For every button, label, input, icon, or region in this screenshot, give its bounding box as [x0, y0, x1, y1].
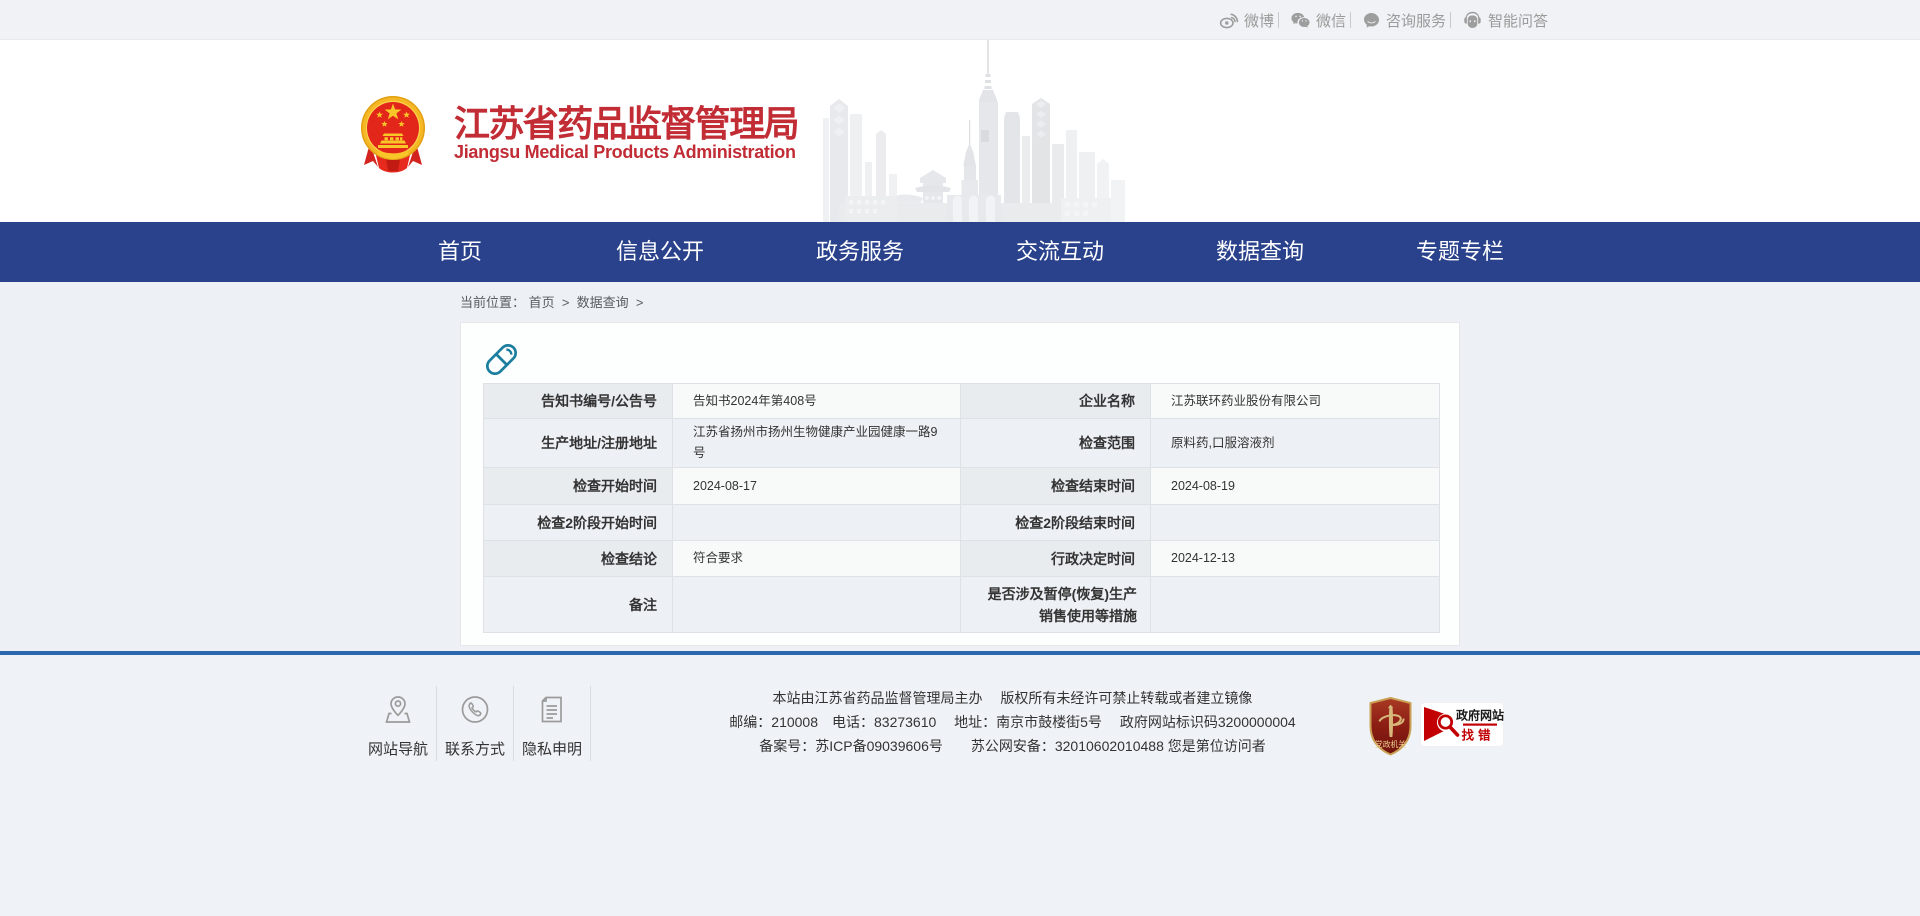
svg-text:政府网站: 政府网站: [1456, 708, 1504, 723]
svg-text:党政机关: 党政机关: [1375, 739, 1406, 749]
svg-text:找错: 找错: [1461, 728, 1494, 743]
